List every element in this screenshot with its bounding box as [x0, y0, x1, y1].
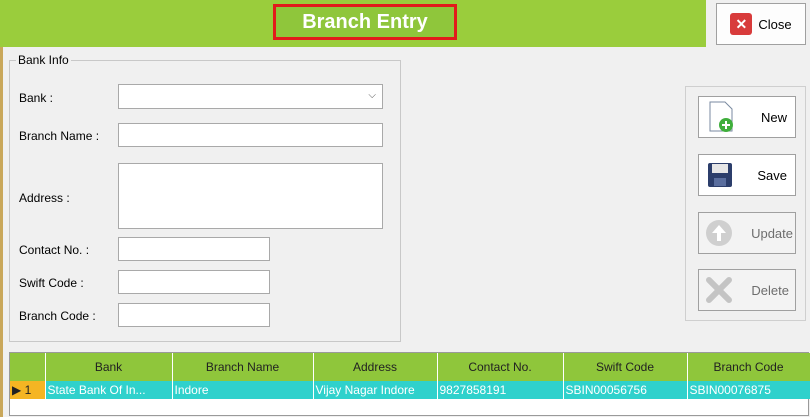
- save-label: Save: [757, 167, 787, 183]
- grid-header-row: Bank Branch Name Address Contact No. Swi…: [10, 353, 810, 381]
- close-label: Close: [758, 16, 792, 32]
- update-label: Update: [751, 225, 793, 241]
- update-button[interactable]: Update: [698, 212, 796, 254]
- row-pointer-icon: ▶: [12, 383, 22, 397]
- bank-label: Bank :: [19, 91, 54, 105]
- close-icon: ✕: [730, 13, 753, 35]
- table-row[interactable]: ▶ 1 State Bank Of In... Indore Vijay Nag…: [10, 381, 810, 399]
- col-header-bank[interactable]: Bank: [45, 353, 173, 381]
- save-button[interactable]: Save: [698, 154, 796, 196]
- delete-label: Delete: [751, 282, 789, 298]
- delete-x-icon: [706, 277, 732, 303]
- bank-dropdown[interactable]: ⌵: [118, 84, 383, 109]
- cell-address[interactable]: Vijay Nagar Indore: [313, 381, 438, 399]
- col-header-row-indicator: [10, 353, 46, 381]
- swift-code-input[interactable]: [118, 270, 270, 294]
- cell-swift-code[interactable]: SBIN00056756: [563, 381, 688, 399]
- row-indicator[interactable]: ▶ 1: [10, 381, 46, 399]
- branch-name-input[interactable]: [118, 123, 383, 147]
- cell-branch-name[interactable]: Indore: [172, 381, 314, 399]
- address-label: Address :: [19, 191, 70, 205]
- col-header-contact[interactable]: Contact No.: [437, 353, 564, 381]
- row-number: 1: [24, 383, 32, 397]
- contact-input[interactable]: [118, 237, 270, 261]
- swift-code-label: Swift Code :: [19, 276, 84, 290]
- new-button[interactable]: New: [698, 96, 796, 138]
- branch-name-label: Branch Name :: [19, 129, 100, 143]
- contact-label: Contact No. :: [19, 243, 90, 257]
- col-header-address[interactable]: Address: [313, 353, 438, 381]
- left-border: [0, 47, 3, 417]
- branch-code-input[interactable]: [118, 303, 270, 327]
- branch-grid[interactable]: Bank Branch Name Address Contact No. Swi…: [9, 352, 810, 416]
- delete-button[interactable]: Delete: [698, 269, 796, 311]
- bank-info-legend: Bank Info: [18, 53, 69, 67]
- cell-branch-code[interactable]: SBIN00076875: [687, 381, 810, 399]
- chevron-down-icon: ⌵: [368, 90, 376, 101]
- new-document-icon: [709, 101, 733, 132]
- close-button[interactable]: ✕ Close: [716, 3, 806, 45]
- cell-bank[interactable]: State Bank Of In...: [45, 381, 173, 399]
- branch-code-label: Branch Code :: [19, 309, 96, 323]
- col-header-swift-code[interactable]: Swift Code: [563, 353, 688, 381]
- cell-contact[interactable]: 9827858191: [437, 381, 564, 399]
- col-header-branch-name[interactable]: Branch Name: [172, 353, 314, 381]
- floppy-disk-icon: [708, 163, 732, 187]
- address-input[interactable]: [118, 163, 383, 229]
- page-title: Branch Entry: [273, 4, 457, 40]
- col-header-branch-code[interactable]: Branch Code: [687, 353, 810, 381]
- new-label: New: [760, 109, 787, 125]
- update-arrow-icon: [706, 220, 732, 246]
- branch-table: Bank Branch Name Address Contact No. Swi…: [10, 353, 810, 399]
